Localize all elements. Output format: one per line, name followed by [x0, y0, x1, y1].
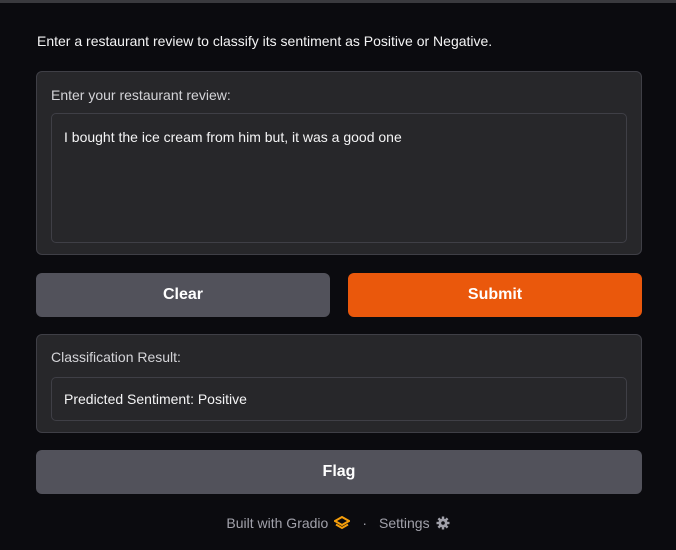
- result-label: Classification Result:: [51, 349, 181, 365]
- review-input-panel: Enter your restaurant review: I bought t…: [36, 71, 642, 255]
- footer-separator: ·: [362, 515, 367, 531]
- review-textarea[interactable]: I bought the ice cream from him but, it …: [51, 113, 627, 243]
- built-with-gradio-link[interactable]: Built with Gradio: [226, 515, 328, 531]
- submit-button[interactable]: Submit: [348, 273, 642, 317]
- footer: Built with Gradio · Settings: [0, 515, 676, 531]
- app-description: Enter a restaurant review to classify it…: [37, 33, 493, 49]
- flag-button[interactable]: Flag: [36, 450, 642, 494]
- clear-button[interactable]: Clear: [36, 273, 330, 317]
- review-input-label: Enter your restaurant review:: [51, 87, 231, 103]
- top-strip: [0, 0, 676, 3]
- settings-link[interactable]: Settings: [379, 515, 430, 531]
- gear-icon[interactable]: [436, 516, 450, 530]
- result-panel: Classification Result: Predicted Sentime…: [36, 334, 642, 433]
- result-textbox: Predicted Sentiment: Positive: [51, 377, 627, 421]
- gradio-logo-icon: [334, 516, 351, 530]
